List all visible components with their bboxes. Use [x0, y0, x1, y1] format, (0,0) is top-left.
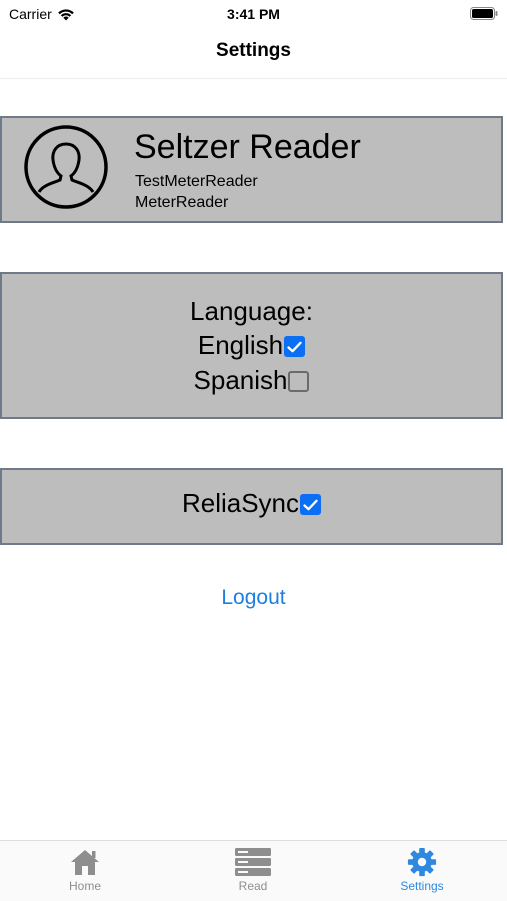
tab-home[interactable]: Home [25, 847, 145, 893]
status-bar: Carrier 3:41 PM [0, 0, 507, 28]
person-silhouette-icon [23, 124, 109, 210]
sync-card: ReliaSync [0, 468, 503, 545]
tab-settings[interactable]: Settings [362, 847, 482, 893]
tab-home-label: Home [68, 879, 101, 893]
language-card: Language: English Spanish [0, 272, 503, 419]
reliasync-option[interactable]: ReliaSync [2, 488, 501, 519]
profile-username: TestMeterReader [135, 173, 258, 190]
tab-read[interactable]: Read [193, 847, 313, 893]
reliasync-label: ReliaSync [181, 488, 300, 518]
language-heading: Language: [190, 296, 313, 326]
profile-name: Seltzer Reader [134, 128, 361, 166]
reliasync-checkbox[interactable] [300, 494, 322, 515]
spanish-checkbox[interactable] [288, 371, 310, 392]
tab-bar: Home Read Settings [0, 840, 507, 901]
nav-divider [0, 78, 507, 79]
tab-read-label: Read [238, 879, 268, 893]
tab-settings-label: Settings [400, 879, 444, 893]
profile-role: MeterReader [135, 194, 229, 211]
language-option-spanish[interactable]: Spanish [2, 365, 501, 396]
checkmark-icon [303, 499, 318, 510]
house-icon [71, 850, 99, 875]
profile-card: Seltzer Reader TestMeterReader MeterRead… [0, 116, 503, 223]
gear-icon [407, 847, 437, 877]
english-label: English [197, 330, 284, 360]
logout-button[interactable]: Logout [0, 586, 507, 610]
page-title: Settings [216, 40, 291, 61]
battery-icon [470, 7, 498, 23]
checkmark-icon [287, 341, 302, 352]
english-checkbox[interactable] [284, 336, 306, 357]
status-time: 3:41 PM [227, 6, 280, 22]
server-rack-icon [235, 848, 271, 876]
spanish-label: Spanish [193, 365, 288, 395]
language-option-english[interactable]: English [2, 330, 501, 361]
